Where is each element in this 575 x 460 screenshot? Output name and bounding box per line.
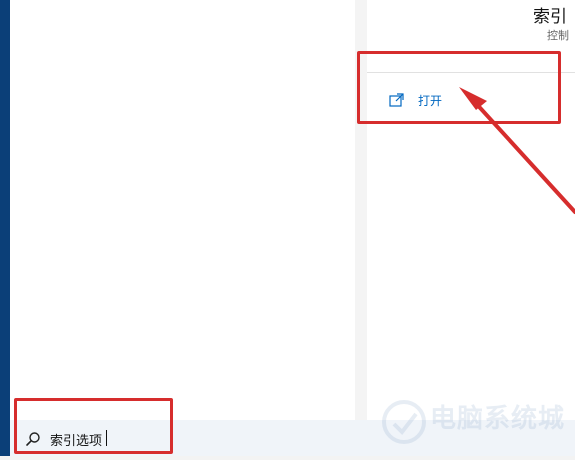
taskbar-edge xyxy=(0,0,10,456)
annotation-box-search xyxy=(14,398,173,454)
annotation-box-open xyxy=(357,51,561,124)
watermark-text: 电脑系统城 xyxy=(430,404,566,434)
search-results-pane xyxy=(10,0,355,420)
watermark: 电脑系统城 xyxy=(378,384,575,456)
result-subtitle: 控制 xyxy=(547,29,569,42)
watermark-logo-icon xyxy=(382,400,426,444)
result-title: 索引 xyxy=(533,7,567,27)
